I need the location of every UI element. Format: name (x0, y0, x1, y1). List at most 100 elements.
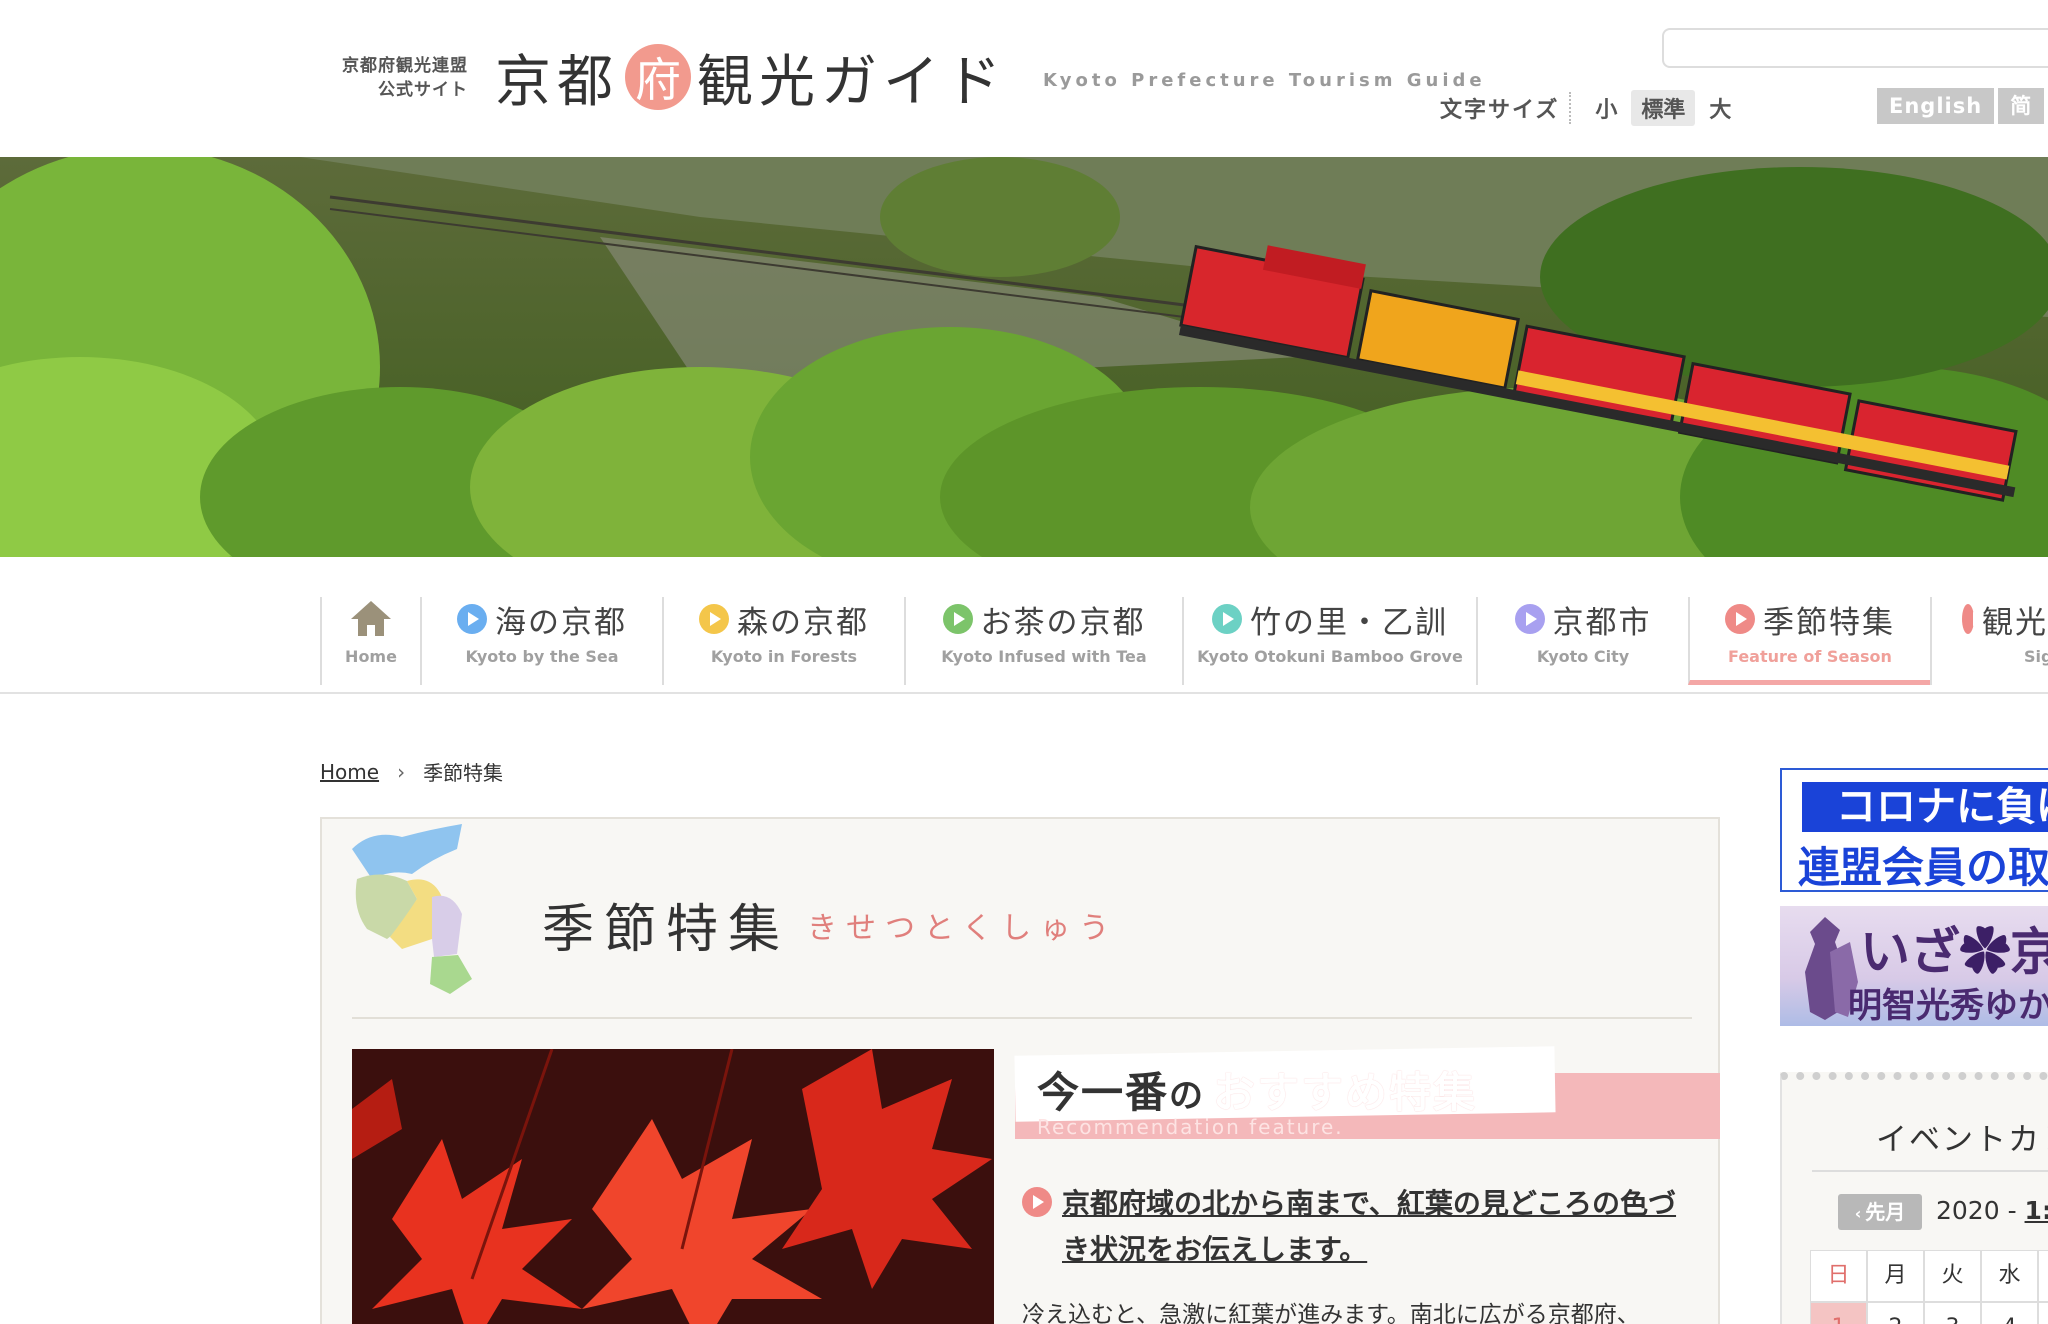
play-circle-icon (1514, 604, 1545, 634)
event-calendar: イベントカレ ‹先月 2020 - 1: 日 月 火 水 木 1 2 3 4 5 (1780, 1072, 2048, 1324)
weekday-header: 日 (1810, 1250, 1867, 1302)
nav-item-kyoto-forests[interactable]: 森の京都 Kyoto in Forests (662, 597, 904, 685)
hero-scene-illustration (0, 157, 2048, 557)
site-header: 京都府観光連盟 公式サイト 京都 府 観光ガイド Kyoto Prefectur… (0, 0, 2048, 157)
covid-banner-top-text: コロナに負け (1802, 782, 2048, 832)
nav-jp-label: 森の京都 (737, 604, 869, 641)
logo-english: Kyoto Prefecture Tourism Guide (1043, 70, 1486, 91)
nav-jp-label: 海の京都 (495, 604, 627, 641)
nav-jp-label: 京都市 (1552, 604, 1652, 641)
reco-accent: おすすめ特集 (1213, 1068, 1478, 1117)
play-circle-icon (699, 604, 729, 634)
section-divider (352, 1017, 1692, 1019)
search-input[interactable] (1662, 28, 2048, 68)
nav-jp-label: 竹の里・乙訓 (1250, 604, 1448, 641)
play-circle-icon (942, 604, 973, 634)
nav-en-label: Kyoto Otokuni Bamboo Grove (1197, 647, 1463, 666)
nav-en-label: Sights (2024, 647, 2048, 666)
prev-month-label: 先月 (1865, 1200, 1906, 1224)
maple-leaves-illustration (352, 1049, 994, 1324)
covid-banner[interactable]: コロナに負け 連盟会員の取 (1780, 768, 2048, 892)
akechi-title-2: 京 (2010, 922, 2048, 981)
nav-jp-label: 観光 (1982, 604, 2048, 641)
seasonal-feature-panel: 季節特集 きせつとくしゅう 今一番の おすすめ特集 Recommendation… (320, 817, 1720, 1324)
weekday-header: 木 (2038, 1250, 2048, 1302)
nav-item-feature-season[interactable]: 季節特集 Feature of Season (1688, 597, 1930, 685)
nav-en-label: Feature of Season (1728, 647, 1892, 666)
akechi-banner[interactable]: いざ✿京 明智光秀ゆか (1780, 906, 2048, 1026)
font-size-normal-button[interactable]: 標準 (1631, 90, 1696, 126)
weekday-header: 水 (1981, 1250, 2038, 1302)
nav-en-label: Kyoto in Forests (710, 647, 858, 666)
lang-chinese-button[interactable]: 简体 (1998, 88, 2045, 154)
calendar-day[interactable]: 4 (1981, 1302, 2038, 1324)
home-icon (351, 601, 391, 637)
org-label: 京都府観光連盟 公式サイト (318, 54, 468, 102)
calendar-day[interactable]: 5 (2038, 1302, 2048, 1324)
nav-en-label: Kyoto by the Sea (465, 647, 619, 666)
play-circle-icon (1022, 1187, 1052, 1217)
recommendation-header: 今一番の おすすめ特集 Recommendation feature. (1014, 1046, 1720, 1147)
section-kana: きせつとくしゅう (807, 911, 1119, 946)
recommendation-title: 今一番の おすすめ特集 (1037, 1059, 1475, 1120)
org-line-1: 京都府観光連盟 (342, 56, 468, 76)
logo-text-2: 観光ガイド (697, 49, 1007, 115)
nav-item-kyoto-tea[interactable]: お茶の京都 Kyoto Infused with Tea (904, 597, 1182, 685)
nav-en-label: Kyoto Infused with Tea (941, 647, 1147, 666)
nav-en-label: Kyoto City (1536, 647, 1630, 666)
reco-prefix: 今一番 (1037, 1068, 1170, 1117)
calendar-month: 2020 - 1: (1936, 1196, 2048, 1225)
font-size-switcher: 文字サイズ 小 標準 大 (1440, 88, 1745, 128)
akechi-banner-subtitle: 明智光秀ゆか (1848, 986, 2048, 1026)
calendar-year: 2020 - (1936, 1196, 2025, 1225)
recommendation-en: Recommendation feature. (1037, 1115, 1344, 1139)
covid-banner-bottom-text: 連盟会員の取 (1798, 843, 2048, 892)
calendar-divider (1812, 1170, 2048, 1172)
nav-item-kyoto-sea[interactable]: 海の京都 Kyoto by the Sea (420, 597, 662, 685)
font-size-small-button[interactable]: 小 (1585, 90, 1627, 126)
play-circle-icon (1962, 604, 1984, 634)
nav-item-sights[interactable]: 観光 Sights (1930, 597, 2048, 685)
breadcrumb-current: 季節特集 (423, 761, 504, 785)
nav-home-label: Home (345, 647, 397, 666)
autumn-leaves-image[interactable] (352, 1049, 994, 1324)
nav-item-bamboo-grove[interactable]: 竹の里・乙訓 Kyoto Otokuni Bamboo Grove (1182, 597, 1476, 685)
breadcrumb: Home › 季節特集 (320, 757, 503, 786)
nav-item-kyoto-city[interactable]: 京都市 Kyoto City (1476, 597, 1688, 685)
font-size-large-button[interactable]: 大 (1699, 90, 1741, 126)
recommendation-link[interactable]: 京都府域の北から南まで、紅葉の見どころの色づき状況をお伝えします。 (1062, 1181, 1692, 1273)
breadcrumb-separator: › (397, 759, 406, 784)
calendar-day[interactable]: 1 (1810, 1302, 1867, 1324)
nav-jp-label: お茶の京都 (980, 604, 1146, 641)
chevron-left-icon: ‹ (1854, 1204, 1862, 1223)
main-nav: Home 海の京都 Kyoto by the Sea 森の京都 Kyoto in… (0, 557, 2048, 694)
logo-fu-circle: 府 (625, 44, 691, 110)
site-logo[interactable]: 京都 府 観光ガイド (495, 42, 1007, 115)
calendar-grid: 日 月 火 水 木 1 2 3 4 5 (1810, 1250, 2048, 1324)
org-line-2: 公式サイト (378, 80, 468, 100)
lang-english-button[interactable]: English (1877, 88, 1995, 124)
nav-jp-label: 季節特集 (1763, 604, 1895, 641)
recommendation-item: 京都府域の北から南まで、紅葉の見どころの色づき状況をお伝えします。 (1022, 1181, 1692, 1273)
calendar-month-link[interactable]: 1: (2025, 1196, 2048, 1225)
akechi-title-1: いざ (1860, 922, 1960, 981)
kyoto-map-icon (352, 824, 472, 994)
prev-month-button[interactable]: ‹ 先月 (1838, 1194, 1922, 1230)
weekday-header: 火 (1924, 1250, 1981, 1302)
calendar-day[interactable]: 2 (1867, 1302, 1924, 1324)
weekday-header: 月 (1867, 1250, 1924, 1302)
bellflower-crest-icon: ✿ (1960, 922, 2010, 981)
calendar-title: イベントカレ (1876, 1122, 2048, 1158)
logo-text-1: 京都 (495, 49, 619, 115)
play-circle-icon (1725, 604, 1755, 634)
breadcrumb-home-link[interactable]: Home (320, 760, 379, 784)
akechi-banner-title: いざ✿京 (1860, 912, 2048, 984)
hero-image (0, 157, 2048, 557)
calendar-day[interactable]: 3 (1924, 1302, 1981, 1324)
font-size-label: 文字サイズ (1440, 92, 1572, 124)
nav-home[interactable]: Home (320, 597, 420, 685)
reco-particle: の (1169, 1076, 1206, 1116)
play-circle-icon (1212, 604, 1242, 634)
language-switcher: English 简体 (1877, 88, 2048, 154)
recommendation-body: 冷え込むと、急激に紅葉が進みます。南北に広がる京都府、 (1022, 1302, 1640, 1324)
